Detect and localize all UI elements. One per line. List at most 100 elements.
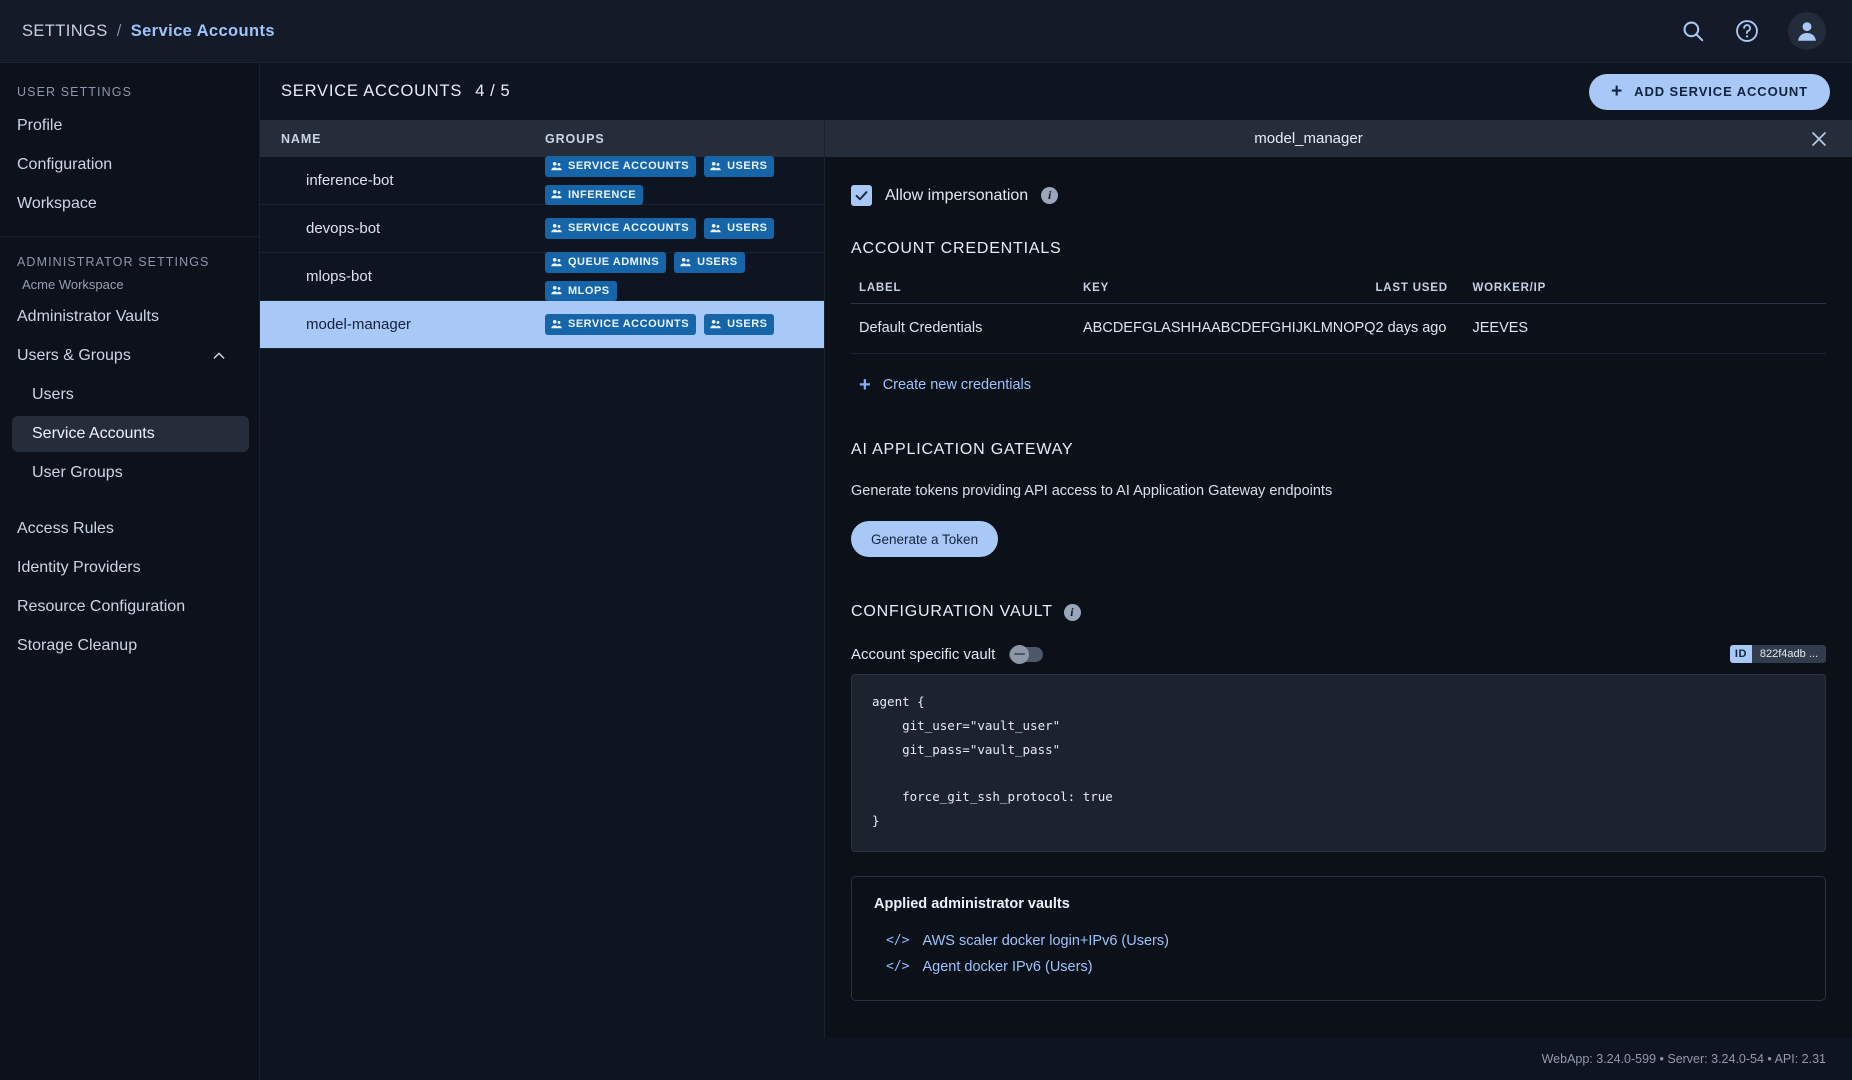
column-header-name[interactable]: NAME — [260, 132, 545, 146]
create-new-credentials-label: Create new credentials — [883, 377, 1031, 393]
table-row[interactable]: mlops-botQUEUE ADMINSUSERSMLOPS — [260, 253, 824, 301]
sidebar-item-workspace[interactable]: Workspace — [0, 186, 249, 222]
code-icon: </> — [886, 933, 909, 948]
sidebar-item-user-groups[interactable]: User Groups — [0, 455, 249, 491]
info-icon[interactable]: i — [1064, 604, 1081, 621]
allow-impersonation-checkbox[interactable] — [851, 185, 872, 206]
group-badge-label: SERVICE ACCOUNTS — [568, 317, 689, 332]
applied-vaults-title: Applied administrator vaults — [874, 896, 1803, 912]
sidebar-item-storage-cleanup[interactable]: Storage Cleanup — [0, 628, 249, 664]
applied-vault-label: Agent docker IPv6 (Users) — [922, 959, 1092, 975]
sidebar-item-label: Resource Configuration — [17, 598, 185, 616]
sidebar-item-users-groups[interactable]: Users & Groups — [0, 338, 249, 374]
sidebar-item-administrator-vaults[interactable]: Administrator Vaults — [0, 299, 249, 335]
add-service-account-label: ADD SERVICE ACCOUNT — [1634, 84, 1808, 99]
create-new-credentials-link[interactable]: + Create new credentials — [859, 375, 1826, 395]
sidebar: USER SETTINGS Profile Configuration Work… — [0, 63, 260, 1080]
sidebar-item-profile[interactable]: Profile — [0, 108, 249, 144]
credentials-table: LABEL KEY LAST USED WORKER/IP Default Cr… — [851, 282, 1826, 354]
table-row[interactable]: inference-botSERVICE ACCOUNTS USERS INFERE… — [260, 157, 824, 205]
sidebar-item-label: Service Accounts — [32, 425, 155, 443]
group-icon — [679, 256, 692, 269]
configuration-vault-section: CONFIGURATION VAULT i Account specific v… — [851, 603, 1826, 1001]
app-root: SETTINGS / Service Accounts — [0, 0, 1852, 1080]
top-bar-actions — [1680, 12, 1826, 50]
sidebar-workspace-name: Acme Workspace — [0, 275, 259, 296]
group-icon — [550, 222, 563, 235]
group-icon — [550, 284, 563, 297]
credentials-header-row: LABEL KEY LAST USED WORKER/IP — [851, 282, 1826, 304]
sidebar-item-label: Users & Groups — [17, 347, 131, 365]
search-icon[interactable] — [1680, 18, 1706, 44]
group-icon — [709, 160, 722, 173]
breadcrumb-current[interactable]: Service Accounts — [131, 22, 275, 41]
account-specific-vault-label: Account specific vault — [851, 646, 995, 663]
sidebar-item-users[interactable]: Users — [0, 377, 249, 413]
sidebar-spacer — [0, 494, 259, 508]
group-badge[interactable]: SERVICE ACCOUNTS — [545, 218, 696, 239]
group-badge-label: USERS — [697, 255, 737, 270]
service-accounts-table: NAME GROUPS inference-botSERVICE ACCOUNT… — [260, 120, 825, 1038]
vault-id-chip[interactable]: ID 822f4adb ... — [1730, 645, 1826, 663]
credentials-column-last-used: LAST USED — [1375, 282, 1472, 304]
service-account-detail-panel: model_manager — [825, 120, 1852, 1038]
applied-vault-link[interactable]: </> AWS scaler docker login+IPv6 (Users) — [874, 928, 1803, 954]
sidebar-item-identity-providers[interactable]: Identity Providers — [0, 550, 249, 586]
credential-row[interactable]: Default CredentialsABCDEFGLASHHAABCDEFGH… — [851, 304, 1826, 354]
close-icon[interactable] — [1808, 128, 1830, 150]
page-body: USER SETTINGS Profile Configuration Work… — [0, 63, 1852, 1080]
ai-gateway-description: Generate tokens providing API access to … — [851, 483, 1826, 499]
table-header-row: NAME GROUPS — [260, 120, 824, 157]
group-badge[interactable]: MLOPS — [545, 281, 617, 302]
generate-token-button[interactable]: Generate a Token — [851, 521, 998, 557]
sidebar-item-label: Administrator Vaults — [17, 308, 159, 326]
service-account-name: inference-bot — [260, 172, 545, 189]
sidebar-item-label: Access Rules — [17, 520, 114, 538]
table-row[interactable]: model-manager SERVICE ACCOUNTS USERS — [260, 301, 824, 349]
breadcrumb-settings[interactable]: SETTINGS — [22, 22, 108, 41]
column-header-groups[interactable]: GROUPS — [545, 132, 824, 146]
credential-label: Default Credentials — [851, 304, 1083, 354]
account-credentials-title-text: ACCOUNT CREDENTIALS — [851, 240, 1062, 258]
group-badge[interactable]: SERVICE ACCOUNTS — [545, 314, 696, 335]
sidebar-item-label: Storage Cleanup — [17, 637, 137, 655]
help-icon[interactable] — [1734, 18, 1760, 44]
sidebar-item-configuration[interactable]: Configuration — [0, 147, 249, 183]
group-badge[interactable]: INFERENCE — [545, 185, 643, 206]
applied-vault-link[interactable]: </> Agent docker IPv6 (Users) — [874, 954, 1803, 980]
applied-vault-label: AWS scaler docker login+IPv6 (Users) — [922, 933, 1168, 949]
account-credentials-title: ACCOUNT CREDENTIALS — [851, 240, 1826, 258]
configuration-vault-title: CONFIGURATION VAULT i — [851, 603, 1826, 621]
sidebar-item-label: Identity Providers — [17, 559, 141, 577]
sidebar-item-label: Configuration — [17, 156, 112, 174]
sidebar-item-service-accounts[interactable]: Service Accounts — [12, 416, 249, 452]
account-avatar[interactable] — [1788, 12, 1826, 50]
footer: WebApp: 3.24.0-599 • Server: 3.24.0-54 •… — [260, 1038, 1852, 1080]
sidebar-item-access-rules[interactable]: Access Rules — [0, 511, 249, 547]
main-header: SERVICE ACCOUNTS 4 / 5 + ADD SERVICE ACC… — [260, 63, 1852, 120]
breadcrumb-separator: / — [117, 22, 122, 41]
group-badge[interactable]: USERS — [674, 252, 744, 273]
chevron-up-icon[interactable] — [211, 348, 227, 364]
group-badge[interactable]: USERS — [704, 218, 774, 239]
add-service-account-button[interactable]: + ADD SERVICE ACCOUNT — [1589, 74, 1830, 110]
account-specific-vault-toggle[interactable] — [1009, 647, 1043, 662]
ai-application-gateway-section: AI APPLICATION GATEWAY Generate tokens p… — [851, 441, 1826, 557]
group-badge[interactable]: SERVICE ACCOUNTS — [545, 156, 696, 177]
service-account-name: model-manager — [260, 316, 545, 333]
group-icon — [709, 318, 722, 331]
group-badge[interactable]: USERS — [704, 156, 774, 177]
page-title: SERVICE ACCOUNTS — [281, 82, 462, 101]
group-badge[interactable]: USERS — [704, 314, 774, 335]
detail-header: model_manager — [825, 120, 1852, 157]
vault-code-editor[interactable]: agent { git_user="vault_user" git_pass="… — [851, 674, 1826, 852]
info-icon[interactable]: i — [1041, 187, 1058, 204]
breadcrumb: SETTINGS / Service Accounts — [22, 22, 275, 41]
group-badges: QUEUE ADMINS USERS MLOPS — [545, 252, 824, 302]
sidebar-item-resource-configuration[interactable]: Resource Configuration — [0, 589, 249, 625]
table-row[interactable]: devops-botSERVICE ACCOUNTSUSERS — [260, 205, 824, 253]
group-badge[interactable]: QUEUE ADMINS — [545, 252, 666, 273]
account-specific-vault-row: Account specific vault ID 822f4adb ... — [851, 645, 1826, 663]
group-icon — [550, 256, 563, 269]
vault-id-chip-key: ID — [1730, 645, 1752, 663]
